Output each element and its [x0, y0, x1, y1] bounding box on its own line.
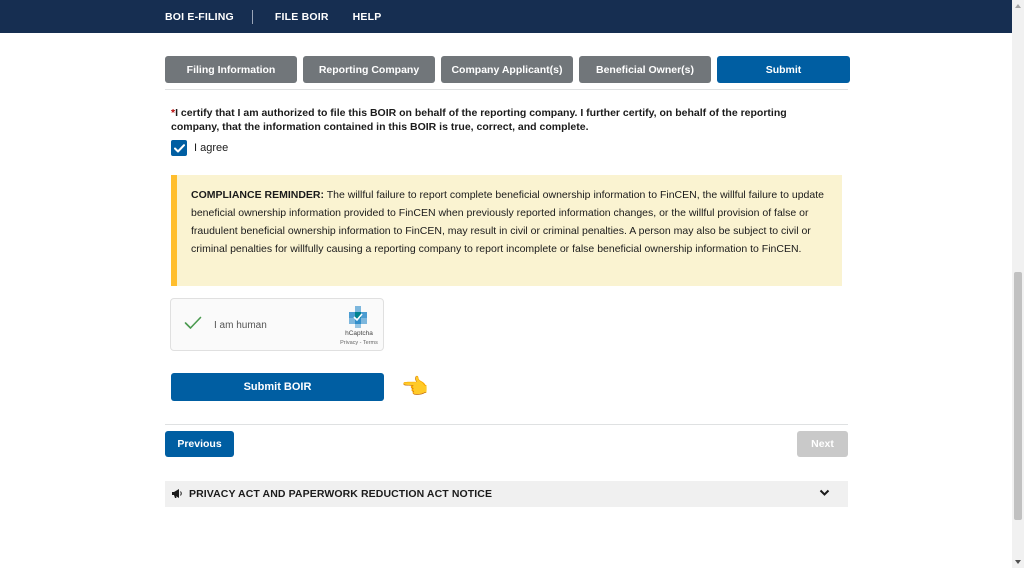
step-tabs: Filing Information Reporting Company Com…	[165, 56, 850, 83]
tab-filing-information[interactable]: Filing Information	[165, 56, 297, 83]
nav-file-boir[interactable]: FILE BOIR	[275, 11, 329, 23]
tab-submit[interactable]: Submit	[717, 56, 850, 83]
tab-company-applicants[interactable]: Company Applicant(s)	[441, 56, 573, 83]
actions-divider	[165, 424, 848, 425]
site-header: BOI E-FILING FILE BOIR HELP	[0, 0, 1012, 33]
page-scrollbar[interactable]	[1012, 0, 1024, 568]
header-nav: BOI E-FILING FILE BOIR HELP	[165, 0, 381, 33]
privacy-notice-accordion[interactable]: PRIVACY ACT AND PAPERWORK REDUCTION ACT …	[165, 481, 848, 507]
tab-beneficial-owners[interactable]: Beneficial Owner(s)	[579, 56, 711, 83]
captcha-brand: hCaptcha	[345, 330, 373, 337]
tabs-divider	[165, 89, 848, 90]
megaphone-icon	[172, 489, 182, 498]
pointing-hand-icon: 👈	[401, 374, 429, 399]
nav-help[interactable]: HELP	[353, 11, 382, 23]
tab-reporting-company[interactable]: Reporting Company	[303, 56, 435, 83]
scroll-up-arrow-icon[interactable]	[1015, 4, 1021, 8]
certification-statement: *I certify that I am authorized to file …	[171, 106, 811, 134]
compliance-text: COMPLIANCE REMINDER: The willful failure…	[191, 186, 827, 258]
hcaptcha-widget[interactable]: I am human hCaptcha Privacy - Terms	[170, 298, 384, 351]
scrollbar-thumb[interactable]	[1014, 272, 1022, 520]
captcha-terms-link[interactable]: Privacy - Terms	[331, 340, 387, 346]
compliance-heading: COMPLIANCE REMINDER:	[191, 189, 324, 201]
agree-checkbox-row[interactable]: I agree	[171, 140, 228, 156]
nav-separator	[251, 9, 253, 24]
hcaptcha-logo-icon	[349, 306, 367, 328]
checkmark-icon	[173, 143, 185, 152]
previous-button[interactable]: Previous	[165, 431, 234, 457]
agree-label[interactable]: I agree	[194, 142, 228, 154]
submit-boir-button[interactable]: Submit BOIR	[171, 373, 384, 401]
scroll-down-arrow-icon[interactable]	[1015, 560, 1021, 564]
captcha-checkmark-icon[interactable]	[184, 316, 202, 330]
captcha-label: I am human	[214, 320, 267, 331]
compliance-reminder-alert: COMPLIANCE REMINDER: The willful failure…	[171, 175, 842, 286]
certification-text: I certify that I am authorized to file t…	[171, 107, 787, 133]
chevron-down-icon[interactable]	[819, 489, 830, 497]
agree-checkbox[interactable]	[171, 140, 187, 156]
accordion-title[interactable]: PRIVACY ACT AND PAPERWORK REDUCTION ACT …	[189, 488, 492, 500]
nav-boi-efiling[interactable]: BOI E-FILING	[165, 11, 234, 23]
next-button[interactable]: Next	[797, 431, 848, 457]
